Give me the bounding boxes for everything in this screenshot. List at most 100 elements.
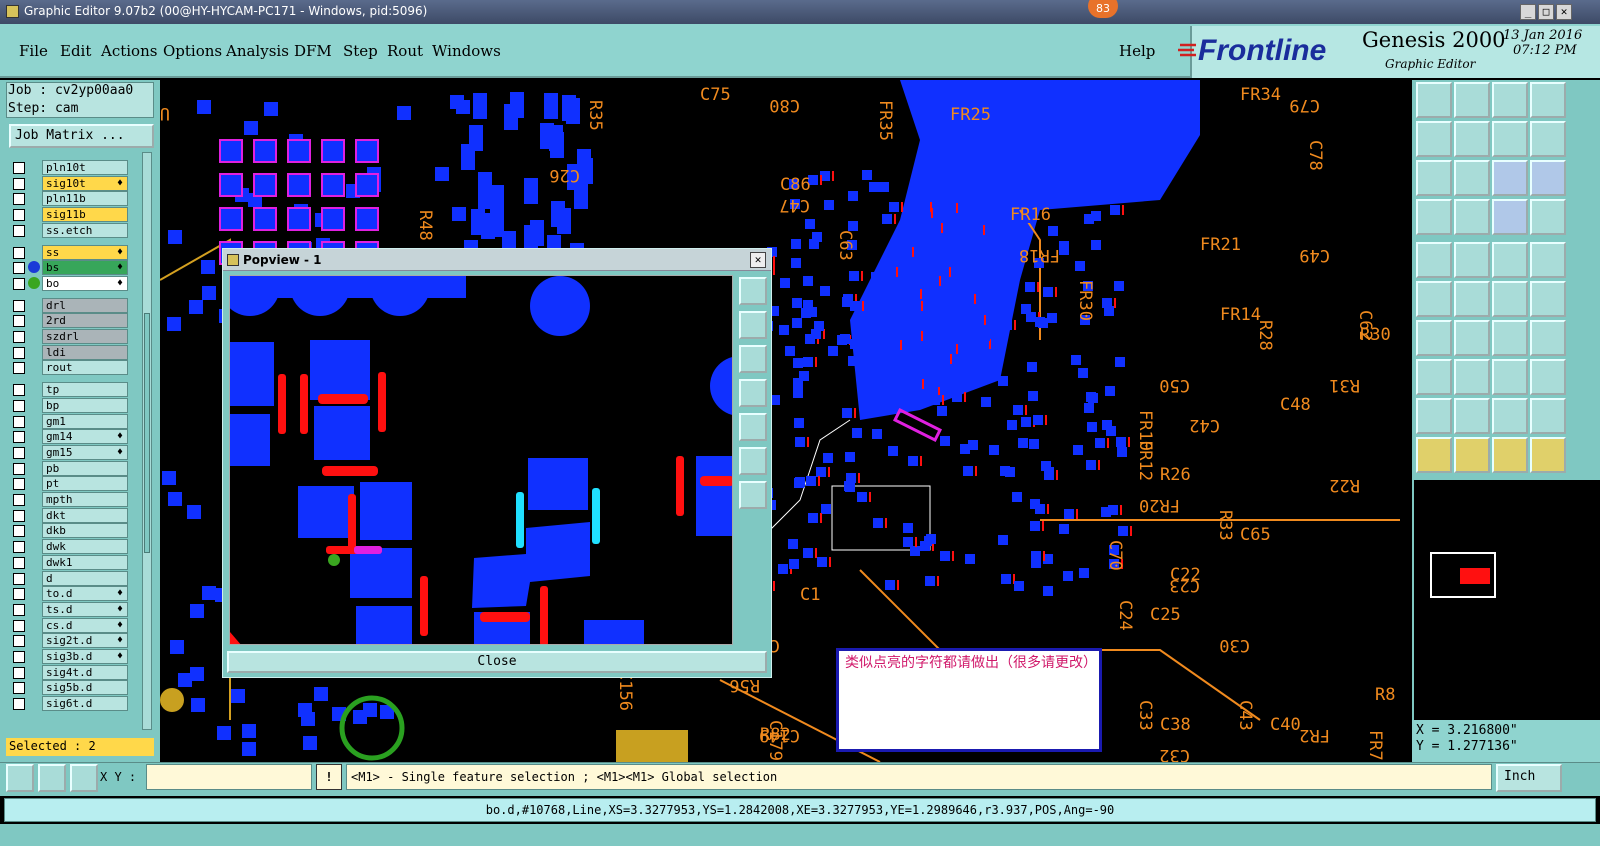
layer-row-dwk1[interactable]: dwk1 (10, 554, 128, 570)
grid-mode-icon[interactable] (70, 764, 98, 792)
select-all-icon[interactable] (1530, 398, 1566, 434)
minimize-button[interactable]: _ (1520, 4, 1536, 20)
scale-1-1-icon[interactable] (1492, 160, 1528, 196)
layer-name[interactable]: sig4t.d (42, 664, 128, 680)
layer-name[interactable]: dwk (42, 539, 128, 555)
layer-checkbox[interactable] (13, 209, 25, 222)
select-arc-icon[interactable] (1492, 398, 1528, 434)
layer-checkbox[interactable] (13, 525, 25, 538)
mirror-icon[interactable] (1530, 320, 1566, 356)
layer-name[interactable]: szdrl (42, 329, 128, 344)
popview-pan-left-icon[interactable] (739, 379, 767, 407)
layer-checkbox[interactable] (13, 635, 25, 648)
zoom-home-icon[interactable] (1416, 82, 1452, 118)
popview-zoom-in-icon[interactable] (739, 447, 767, 475)
zoom-out-icon[interactable] (1454, 82, 1490, 118)
layer-name[interactable]: sig6t.d (42, 696, 128, 712)
rotate-icon[interactable] (1530, 281, 1566, 317)
layer-checkbox[interactable] (13, 651, 25, 663)
alert-button[interactable]: ! (316, 764, 342, 790)
layer-row-ss[interactable]: ss ♦ (10, 244, 128, 260)
layer-name[interactable]: dkb (42, 523, 128, 539)
layer-name[interactable]: pb (42, 460, 128, 476)
layer-checkbox[interactable] (13, 572, 25, 585)
layer-list-scrollbar[interactable] (142, 152, 152, 730)
layer-row-sig5b-d[interactable]: sig5b.d (10, 680, 128, 696)
overview-map[interactable] (1414, 480, 1600, 720)
add-surface-icon[interactable] (1530, 242, 1566, 278)
layer-name[interactable]: tp (42, 382, 128, 398)
layer-checkbox[interactable] (13, 299, 25, 312)
popview-pan-right-icon[interactable] (739, 413, 767, 441)
layer-checkbox[interactable] (13, 331, 25, 343)
layer-checkbox[interactable] (13, 698, 25, 711)
layer-row-pb[interactable]: pb (10, 460, 128, 476)
menu-help[interactable]: Help (1119, 42, 1155, 60)
pan-left-icon[interactable] (1416, 121, 1452, 157)
layer-name[interactable]: sig10t ♦ (42, 175, 128, 191)
layer-name[interactable]: sig5b.d (42, 680, 128, 696)
popview-close-x-icon[interactable]: ✕ (750, 252, 766, 268)
layer-name[interactable]: ldi (42, 344, 128, 360)
overview-viewport[interactable] (1460, 568, 1490, 584)
xy-input[interactable] (146, 764, 312, 790)
layer-row-sig2t-d[interactable]: sig2t.d ♦ (10, 633, 128, 649)
snap-mode-icon[interactable] (6, 764, 34, 792)
layer-checkbox[interactable] (13, 682, 25, 695)
layer-row-sig11b[interactable]: sig11b (10, 207, 128, 223)
layer-row-bo[interactable]: bo ♦ (10, 275, 128, 291)
fit-view-icon[interactable] (1530, 82, 1566, 118)
menu-rout[interactable]: Rout (387, 42, 423, 60)
snap-select-icon[interactable] (1530, 121, 1566, 157)
layer-checkbox[interactable] (13, 224, 25, 237)
layer-checkbox[interactable] (13, 462, 25, 475)
layer-name[interactable]: dkt (42, 507, 128, 523)
menu-step[interactable]: Step (343, 42, 378, 60)
ruler-icon[interactable] (1492, 242, 1528, 278)
layer-row-mpth[interactable]: mpth (10, 492, 128, 507)
pointer-line-icon[interactable] (1492, 437, 1528, 473)
close-window-button[interactable]: ✕ (1556, 4, 1572, 20)
scrollbar-thumb[interactable] (144, 313, 150, 553)
layer-row-pln11b[interactable]: pln11b (10, 191, 128, 207)
layer-row-cs-d[interactable]: cs.d ♦ (10, 617, 128, 633)
copy-icon[interactable] (1492, 281, 1528, 317)
layer-checkbox[interactable] (13, 193, 25, 206)
add-pad-icon[interactable] (1416, 242, 1452, 278)
menu-actions[interactable]: Actions (101, 42, 157, 60)
resize-icon[interactable] (1492, 359, 1528, 395)
layer-row-tp[interactable]: tp (10, 382, 128, 398)
layer-row-ss-etch[interactable]: ss.etch (10, 222, 128, 238)
layer-row-gm1[interactable]: gm1 (10, 413, 128, 429)
pointer-box-icon[interactable] (1454, 437, 1490, 473)
home-icon[interactable] (1492, 82, 1528, 118)
help-icon[interactable] (1530, 160, 1566, 196)
popview-close-button[interactable]: Close (227, 651, 767, 673)
popview-zoom-fit-icon[interactable] (739, 277, 767, 305)
layer-row-pt[interactable]: pt (10, 476, 128, 492)
pointer-icon[interactable] (1416, 437, 1452, 473)
layer-row-d[interactable]: d (10, 570, 128, 586)
layer-row-pln10t[interactable]: pln10t (10, 160, 128, 175)
layer-checkbox[interactable] (13, 399, 25, 412)
layer-row-sig4t-d[interactable]: sig4t.d (10, 664, 128, 680)
select-net-icon[interactable] (1454, 398, 1490, 434)
layer-row-dwk[interactable]: dwk (10, 539, 128, 555)
layer-name[interactable]: ss ♦ (42, 244, 128, 260)
layer-row-2rd[interactable]: 2rd (10, 313, 128, 329)
layer-name[interactable]: pt (42, 476, 128, 492)
layer-name[interactable]: drl (42, 297, 128, 313)
layer-name[interactable]: gm14 ♦ (42, 429, 128, 445)
popview-zoom-out-icon[interactable] (739, 481, 767, 509)
layer-row-ldi[interactable]: ldi (10, 344, 128, 360)
popview-pan-down-icon[interactable] (739, 345, 767, 373)
cut-icon[interactable] (1454, 359, 1490, 395)
layer-name[interactable]: sig11b (42, 207, 128, 223)
redraw-icon[interactable] (1492, 121, 1528, 157)
layer-checkbox[interactable] (13, 494, 25, 506)
job-matrix-button[interactable]: Job Matrix ... (9, 124, 154, 148)
layer-checkbox[interactable] (13, 588, 25, 601)
layer-checkbox[interactable] (13, 619, 25, 632)
layer-row-dkt[interactable]: dkt (10, 507, 128, 523)
layer-checkbox[interactable] (13, 246, 25, 259)
